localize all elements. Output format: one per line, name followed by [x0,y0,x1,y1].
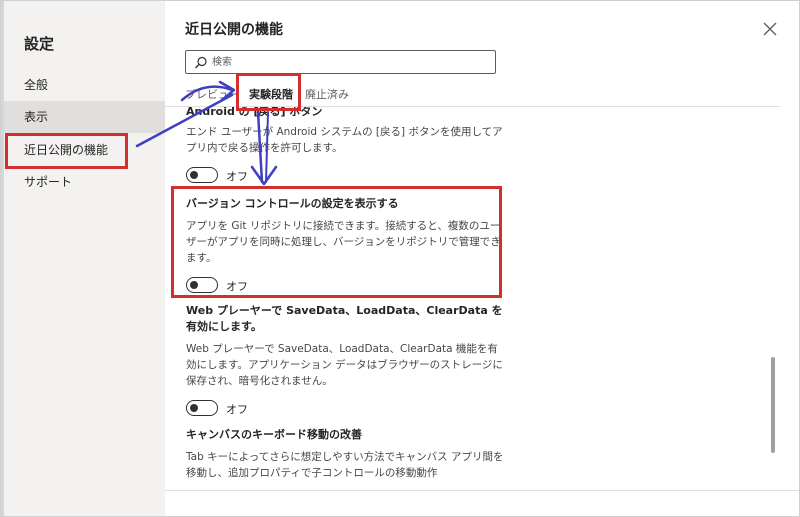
window-frame [0,0,800,517]
